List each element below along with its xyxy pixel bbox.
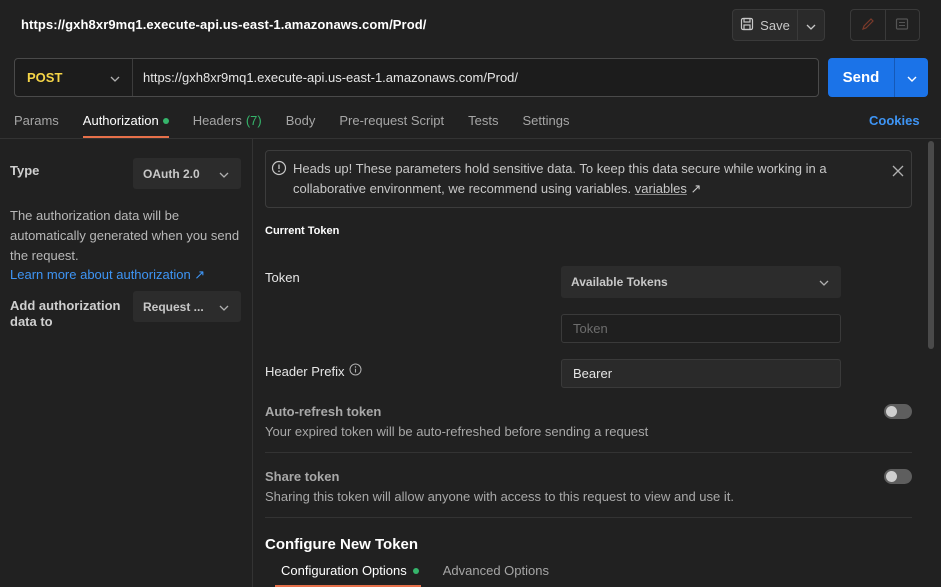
request-title[interactable]: https://gxh8xr9mq1.execute-api.us-east-1… [21, 17, 427, 32]
header-prefix-input[interactable]: Bearer [561, 359, 841, 388]
comment-icon [895, 17, 909, 34]
auto-refresh-title: Auto-refresh token [265, 404, 382, 419]
chevron-down-icon [219, 300, 229, 314]
share-token-toggle[interactable] [884, 469, 912, 484]
url-input[interactable]: https://gxh8xr9mq1.execute-api.us-east-1… [133, 70, 518, 85]
chevron-down-icon [219, 167, 229, 181]
share-token-title: Share token [265, 469, 340, 484]
tab-label: Settings [522, 113, 570, 128]
header-prefix-label: Header Prefix [265, 363, 362, 379]
configure-token-heading: Configure New Token [265, 536, 419, 553]
send-button-group: Send [828, 58, 928, 97]
tab-label: Pre-request Script [339, 113, 445, 128]
tab-pre-request-script[interactable]: Pre-request Script [339, 110, 444, 138]
status-dot [412, 568, 419, 574]
banner-message: Heads up! These parameters hold sensitiv… [293, 161, 827, 196]
current-token-heading: Current Token [265, 225, 340, 237]
close-icon [891, 165, 905, 181]
edit-actions [850, 9, 920, 41]
add-auth-value: Request ... [143, 299, 204, 314]
tab-label: Authorization [82, 113, 159, 128]
auth-description: The authorization data will be automatic… [10, 208, 240, 263]
save-icon [740, 17, 754, 34]
divider [265, 452, 912, 453]
tab-configuration-options[interactable]: Configuration Options [275, 562, 421, 587]
pencil-icon [861, 17, 875, 34]
auto-refresh-description: Your expired token will be auto-refreshe… [265, 424, 649, 439]
chevron-down-icon [819, 275, 829, 289]
tab-label: Body [285, 113, 316, 128]
tab-settings[interactable]: Settings [522, 110, 569, 138]
token-input[interactable]: Token [561, 314, 841, 343]
configure-tabs: Configuration Options Advanced Options [275, 562, 573, 587]
share-token-description: Sharing this token will allow anyone wit… [265, 489, 734, 504]
save-button[interactable]: Save [733, 10, 798, 40]
tab-tests[interactable]: Tests [468, 110, 498, 138]
cookies-link[interactable]: Cookies [869, 113, 920, 128]
method-label: POST [27, 70, 63, 85]
send-options-button[interactable] [895, 58, 928, 97]
edit-button[interactable] [851, 10, 886, 40]
divider [0, 138, 941, 139]
close-banner-button[interactable] [891, 164, 905, 181]
send-button[interactable]: Send [828, 58, 895, 97]
tab-authorization[interactable]: Authorization [82, 110, 169, 138]
available-tokens-value: Available Tokens [571, 275, 668, 289]
external-link-icon: ↗ [690, 181, 702, 196]
variables-link[interactable]: variables [635, 181, 687, 196]
comments-button[interactable] [886, 10, 920, 40]
status-dot [162, 118, 169, 124]
save-options-button[interactable] [798, 10, 824, 40]
tab-label: Params [14, 113, 59, 128]
tab-body[interactable]: Body [286, 110, 316, 138]
tab-advanced-options[interactable]: Advanced Options [443, 562, 549, 587]
divider [265, 517, 912, 518]
divider [252, 139, 253, 587]
chevron-down-icon [907, 70, 917, 85]
add-auth-select[interactable]: Request ... [133, 291, 241, 322]
tab-label: Advanced Options [442, 563, 549, 578]
info-icon[interactable] [349, 363, 362, 379]
request-tabs: Params Authorization Headers (7) Body Pre… [14, 110, 593, 138]
header-prefix-text: Header Prefix [265, 363, 345, 379]
auth-type-value: OAuth 2.0 [143, 166, 200, 181]
tab-params[interactable]: Params [14, 110, 59, 138]
auto-refresh-toggle[interactable] [884, 404, 912, 419]
tab-label: Tests [468, 113, 499, 128]
info-icon [271, 160, 287, 179]
token-label: Token [265, 270, 300, 285]
save-button-group: Save [732, 9, 825, 41]
auth-type-select[interactable]: OAuth 2.0 [133, 158, 241, 189]
tab-headers[interactable]: Headers (7) [193, 110, 262, 138]
save-label: Save [760, 17, 790, 33]
url-bar: POST https://gxh8xr9mq1.execute-api.us-e… [14, 58, 819, 97]
tab-label: Headers [192, 113, 242, 128]
chevron-down-icon [806, 18, 816, 33]
chevron-down-icon [110, 70, 120, 85]
auth-type-label: Type [10, 163, 40, 178]
banner-text: Heads up! These parameters hold sensitiv… [293, 159, 863, 199]
learn-more-link[interactable]: Learn more about authorization ↗ [10, 267, 205, 283]
available-tokens-select[interactable]: Available Tokens [561, 266, 841, 298]
tab-count: (7) [245, 113, 262, 128]
add-auth-label: Add authorization data to [10, 298, 121, 329]
tab-label: Configuration Options [281, 563, 407, 578]
method-select[interactable]: POST [15, 59, 133, 96]
scrollbar[interactable] [928, 141, 934, 349]
